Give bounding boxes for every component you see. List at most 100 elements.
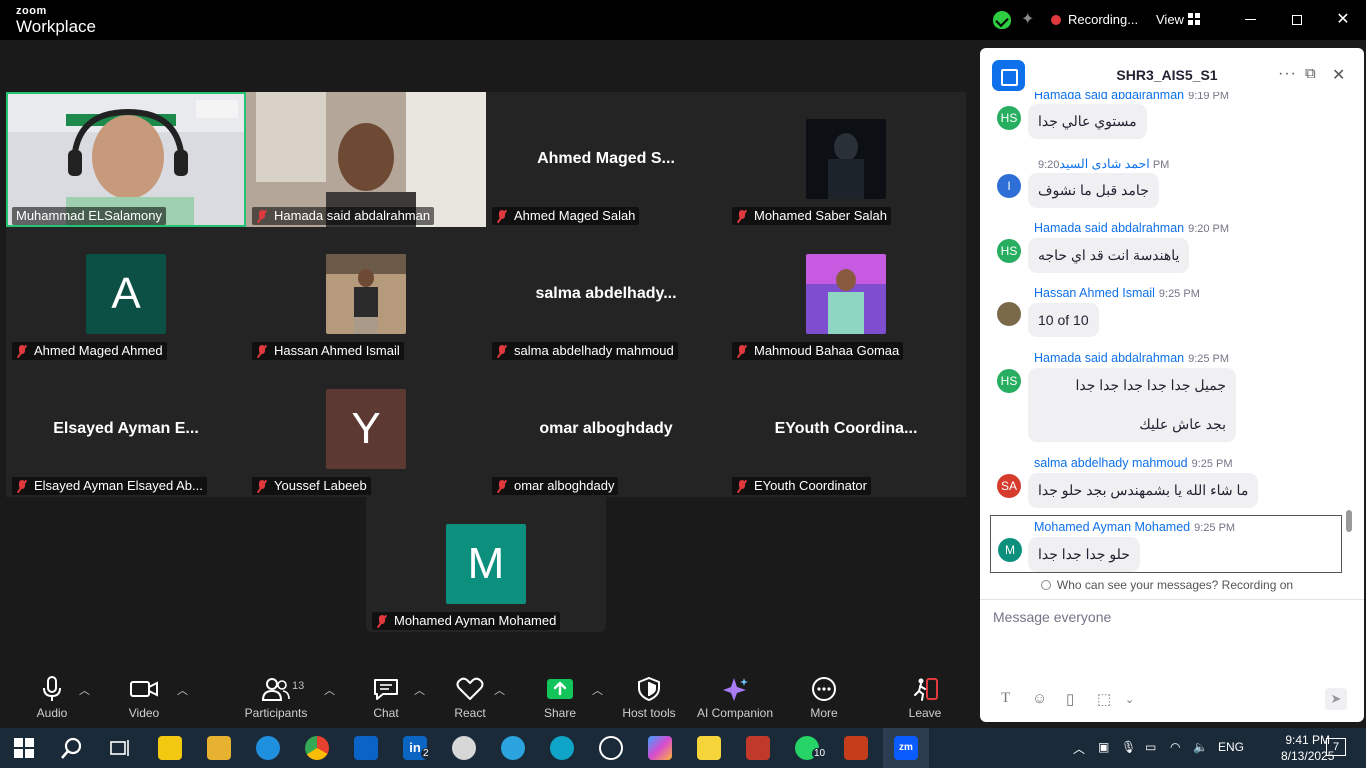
more-options-icon[interactable]: ···	[1278, 65, 1297, 83]
participant-tile[interactable]: Ahmed Maged S... Ahmed Maged Salah	[486, 92, 726, 227]
mic-muted-icon	[496, 344, 508, 358]
windows-start-icon[interactable]	[12, 736, 36, 760]
recording-status[interactable]: Recording...	[1068, 12, 1138, 27]
outlook-icon[interactable]	[354, 736, 378, 760]
mic-muted-icon	[496, 479, 508, 493]
participant-tile[interactable]: Y Youssef Labeeb	[246, 362, 486, 497]
message-meta: Hassan Ahmed Ismail 9:25 PM	[1034, 286, 1200, 300]
mic-tray-icon[interactable]: 🎙	[1121, 740, 1136, 754]
participant-tile[interactable]: M Mohamed Ayman Mohamed	[366, 497, 606, 632]
participant-tile[interactable]: omar alboghdady omar alboghdady	[486, 362, 726, 497]
canva-icon[interactable]	[550, 736, 574, 760]
chat-message-selected[interactable]: Mohamed Ayman Mohamed 9:25 PM M حلو جدا ج…	[990, 515, 1342, 573]
participant-tile[interactable]: salma abdelhady... salma abdelhady mahmo…	[486, 227, 726, 362]
chatgpt-icon[interactable]	[599, 736, 623, 760]
message-sender[interactable]: Hassan Ahmed Ismail	[1034, 286, 1155, 300]
participant-name: salma abdelhady mahmoud	[492, 342, 678, 360]
task-view-icon[interactable]	[108, 736, 132, 760]
view-button[interactable]: View	[1156, 12, 1184, 27]
participant-tile[interactable]: EYouth Coordina... EYouth Coordinator	[726, 362, 966, 497]
message-sender[interactable]: Hamada said abdalrahman	[1034, 92, 1184, 102]
message-text: مستوي عالي جدا	[1028, 104, 1147, 139]
zoom-app-icon[interactable]: zm	[894, 736, 918, 760]
clock-app-icon[interactable]	[452, 736, 476, 760]
participants-count: 13	[292, 680, 305, 692]
participant-tile[interactable]: Mahmoud Bahaa Gomaa	[726, 227, 966, 362]
react-button[interactable]: React	[450, 676, 490, 720]
video-label: Video	[128, 706, 160, 720]
chat-button[interactable]: Chat	[366, 676, 406, 720]
sender-avatar: I	[997, 174, 1021, 198]
search-icon[interactable]	[60, 736, 84, 760]
chat-options-chevron-icon[interactable]: ︿	[414, 682, 425, 698]
emoji-icon[interactable]: ☺	[1032, 690, 1047, 707]
message-list: Hamada said abdalrahman 9:19 PM HS مستوي …	[980, 92, 1346, 578]
encryption-shield-icon[interactable]	[993, 11, 1011, 29]
wifi-icon[interactable]: ◠	[1170, 740, 1180, 754]
send-icon[interactable]: ➤	[1325, 688, 1347, 710]
file-icon[interactable]: ▯	[1066, 690, 1074, 708]
copilot-icon[interactable]	[648, 736, 672, 760]
share-options-chevron-icon[interactable]: ︿	[592, 682, 603, 698]
participant-tile[interactable]: A Ahmed Maged Ahmed	[6, 227, 246, 362]
video-button[interactable]: Video	[124, 676, 164, 720]
tray-chevron-icon[interactable]: ︿	[1073, 740, 1085, 757]
minimize-button[interactable]	[1240, 10, 1260, 30]
app-icon[interactable]	[746, 736, 770, 760]
more-button[interactable]: More	[804, 676, 844, 720]
chat-scrollbar[interactable]	[1346, 510, 1352, 532]
message-meta: Hamada said abdalrahman 9:25 PM	[1034, 351, 1229, 365]
react-options-chevron-icon[interactable]: ︿	[494, 682, 505, 698]
participant-display-name: salma abdelhady...	[535, 285, 677, 302]
chrome-icon[interactable]	[305, 736, 329, 760]
host-tools-label: Host tools	[622, 706, 676, 720]
message-sender[interactable]: salma abdelhady mahmoud	[1034, 456, 1188, 470]
file-explorer-icon[interactable]	[207, 736, 231, 760]
sender-avatar: M	[998, 538, 1022, 562]
message-text: جميل جدا جدا جدا جدا جدا بجد عاش عليك	[1028, 368, 1236, 442]
message-input[interactable]: Message everyone	[993, 609, 1111, 625]
message-sender[interactable]: Hamada said abdalrahman	[1034, 221, 1184, 235]
sender-avatar	[997, 302, 1021, 326]
participant-tile[interactable]: Muhammad ELSalamony	[6, 92, 246, 227]
leave-button[interactable]: Leave	[905, 676, 945, 720]
format-text-icon[interactable]: T	[1001, 690, 1010, 707]
close-chat-icon[interactable]: ✕	[1332, 65, 1345, 85]
participant-tile[interactable]: Hamada said abdalrahman	[246, 92, 486, 227]
mic-muted-icon	[376, 614, 388, 628]
store-icon[interactable]	[158, 736, 182, 760]
visibility-notice[interactable]: Who can see your messages? Recording on	[980, 578, 1354, 592]
video-options-chevron-icon[interactable]: ︿	[177, 682, 188, 698]
participant-name: Elsayed Ayman Elsayed Ab...	[12, 477, 207, 495]
mic-muted-icon	[16, 344, 28, 358]
volume-icon[interactable]: 🔈	[1193, 740, 1208, 754]
audio-button[interactable]: Audio	[32, 676, 72, 720]
close-window-button[interactable]: ✕	[1333, 10, 1353, 30]
screenshot-options-chevron-icon[interactable]: ⌄	[1125, 693, 1134, 706]
participants-options-chevron-icon[interactable]: ︿	[324, 682, 335, 698]
host-tools-button[interactable]: Host tools	[620, 676, 678, 720]
message-sender[interactable]: Hamada said abdalrahman	[1034, 351, 1184, 365]
restore-button[interactable]	[1287, 10, 1307, 30]
battery-icon[interactable]: ▭	[1145, 740, 1156, 754]
ai-sparkle-icon[interactable]: ✦	[1021, 9, 1034, 29]
screenshot-icon[interactable]: ⬚	[1097, 690, 1111, 708]
ai-sparkle-icon	[723, 678, 748, 701]
audio-options-chevron-icon[interactable]: ︿	[79, 682, 90, 698]
message-sender[interactable]: احمد شادى السيد	[1059, 157, 1149, 171]
share-button[interactable]: Share	[540, 676, 580, 720]
camera-tray-icon[interactable]: ▣	[1098, 740, 1109, 754]
participant-tile[interactable]: Elsayed Ayman E... Elsayed Ayman Elsayed…	[6, 362, 246, 497]
participant-tile[interactable]: Mohamed Saber Salah	[726, 92, 966, 227]
pop-out-icon[interactable]: ⧉	[1305, 65, 1316, 82]
view-grid-icon[interactable]	[1188, 13, 1200, 25]
sticky-notes-icon[interactable]	[697, 736, 721, 760]
edge-browser-icon[interactable]	[256, 736, 280, 760]
input-language[interactable]: ENG	[1218, 740, 1244, 754]
notifications-icon[interactable]: 7	[1326, 738, 1346, 756]
message-sender[interactable]: Mohamed Ayman Mohamed	[1034, 520, 1190, 534]
ai-companion-button[interactable]: AI Companion	[695, 676, 775, 720]
powerpoint-icon[interactable]	[844, 736, 868, 760]
telegram-icon[interactable]	[501, 736, 525, 760]
participant-tile[interactable]: Hassan Ahmed Ismail	[246, 227, 486, 362]
